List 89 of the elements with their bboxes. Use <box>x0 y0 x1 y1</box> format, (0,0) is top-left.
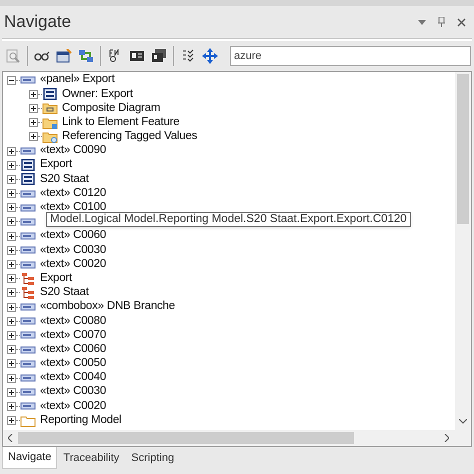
tree-item-label[interactable]: Link to Element Feature <box>62 116 180 128</box>
diagram-icon <box>20 173 36 186</box>
tab[interactable]: Traceability <box>57 447 126 469</box>
tab[interactable]: Scripting <box>125 447 180 469</box>
tooltip: Model.Logical Model.Reporting Model.S20 Staat.Export.Export.C0120 <box>46 212 411 227</box>
expand-toggle[interactable] <box>7 416 16 426</box>
link-folder-icon <box>42 116 58 129</box>
collapse-toggle[interactable] <box>7 76 16 85</box>
scroll-left-icon[interactable] <box>8 434 13 442</box>
expand-toggle[interactable] <box>7 302 16 312</box>
element-icon <box>20 372 36 384</box>
tree-item-label[interactable]: Referencing Tagged Values <box>62 131 198 143</box>
search-field[interactable]: azure <box>230 46 471 66</box>
tree-item-label[interactable]: «text» C0080 <box>40 316 106 328</box>
expand-toggle[interactable] <box>7 146 16 156</box>
horizontal-scrollbar[interactable] <box>3 430 471 446</box>
expand-toggle[interactable] <box>29 118 38 128</box>
close-icon[interactable] <box>457 18 466 26</box>
tree-item-label[interactable]: Export <box>40 159 72 171</box>
tree-item-label[interactable]: «text» C0120 <box>40 188 106 200</box>
tree-item-label[interactable]: «text» C0020 <box>40 400 106 412</box>
tree-item-label[interactable]: Composite Diagram <box>62 102 160 114</box>
tree-item-label[interactable]: «text» C0030 <box>40 386 106 398</box>
expand-toggle[interactable] <box>7 203 16 212</box>
expand-toggle[interactable] <box>7 288 16 298</box>
element-icon <box>20 315 36 328</box>
element-icon <box>20 74 36 86</box>
expand-toggle[interactable] <box>29 104 38 113</box>
pin-icon[interactable] <box>438 17 445 27</box>
expand-toggle[interactable] <box>7 388 16 397</box>
tree-item-label[interactable]: «panel» Export <box>40 74 115 86</box>
element-icon <box>20 216 36 228</box>
move-icon[interactable] <box>200 46 220 66</box>
expand-toggle[interactable] <box>7 174 16 184</box>
element-icon <box>20 400 36 412</box>
tree-item-label[interactable]: «text» C0090 <box>40 145 106 157</box>
tree-item-label[interactable]: «text» C0020 <box>40 258 106 270</box>
tree-item-label[interactable]: «text» C0040 <box>40 372 106 384</box>
element-icon <box>20 386 36 398</box>
expand-toggle[interactable] <box>7 359 16 368</box>
tree-item-label[interactable]: «text» C0100 <box>40 202 106 214</box>
tree-item-label[interactable]: «text» C0030 <box>40 244 106 256</box>
element-icon <box>20 344 36 356</box>
package-icon <box>20 272 36 285</box>
expand-toggle[interactable] <box>7 330 16 340</box>
package-icon <box>20 286 36 299</box>
expand-toggle[interactable] <box>7 217 16 226</box>
element-icon <box>20 202 36 214</box>
tab[interactable]: Navigate <box>2 447 58 469</box>
expand-toggle[interactable] <box>7 246 16 255</box>
expand-toggle[interactable] <box>29 90 38 99</box>
tree-item-label[interactable]: Reporting Model <box>40 414 122 426</box>
expand-toggle[interactable] <box>7 316 16 326</box>
expand-toggle[interactable] <box>29 132 38 142</box>
vertical-scrollbar[interactable] <box>455 72 471 430</box>
element-icon <box>20 145 36 158</box>
scroll-right-icon[interactable] <box>444 434 449 442</box>
expand-toggle[interactable] <box>7 402 16 411</box>
scroll-down-icon[interactable] <box>459 419 467 424</box>
element-icon <box>20 301 36 314</box>
window-title: Navigate <box>4 11 72 34</box>
element-icon <box>20 188 36 200</box>
expand-toggle[interactable] <box>7 189 16 198</box>
tree-item-label[interactable]: «text» C0070 <box>40 330 106 342</box>
tree-item-label[interactable]: «text» C0050 <box>40 358 106 370</box>
expand-toggle[interactable] <box>7 260 16 270</box>
tree-item-label[interactable]: «combobox» DNB Branche <box>40 301 175 313</box>
expand-toggle[interactable] <box>7 232 16 241</box>
expand-toggle[interactable] <box>7 274 16 284</box>
tree-item-label[interactable]: «text» C0060 <box>40 230 106 242</box>
tree-item-label[interactable]: S20 Staat <box>40 287 89 299</box>
expand-toggle[interactable] <box>7 160 16 170</box>
expand-toggle[interactable] <box>7 374 16 383</box>
element-icon <box>20 230 36 242</box>
expand-toggle[interactable] <box>7 345 16 354</box>
dropdown-icon[interactable] <box>418 20 426 24</box>
tree-item-label[interactable]: S20 Staat <box>40 174 89 186</box>
diagram-folder-icon <box>42 102 58 114</box>
search-folder-icon <box>42 130 58 143</box>
tree-item-label[interactable]: «text» C0060 <box>40 344 106 356</box>
element-icon <box>20 258 36 271</box>
folder-icon <box>20 414 36 427</box>
element-icon <box>20 329 36 342</box>
diagram-icon <box>42 88 58 100</box>
tree-item-label[interactable]: Export <box>40 272 72 284</box>
tree-item-label[interactable]: Owner: Export <box>62 88 133 100</box>
diagram-icon <box>20 159 36 172</box>
element-icon <box>20 244 36 256</box>
element-icon <box>20 358 36 370</box>
